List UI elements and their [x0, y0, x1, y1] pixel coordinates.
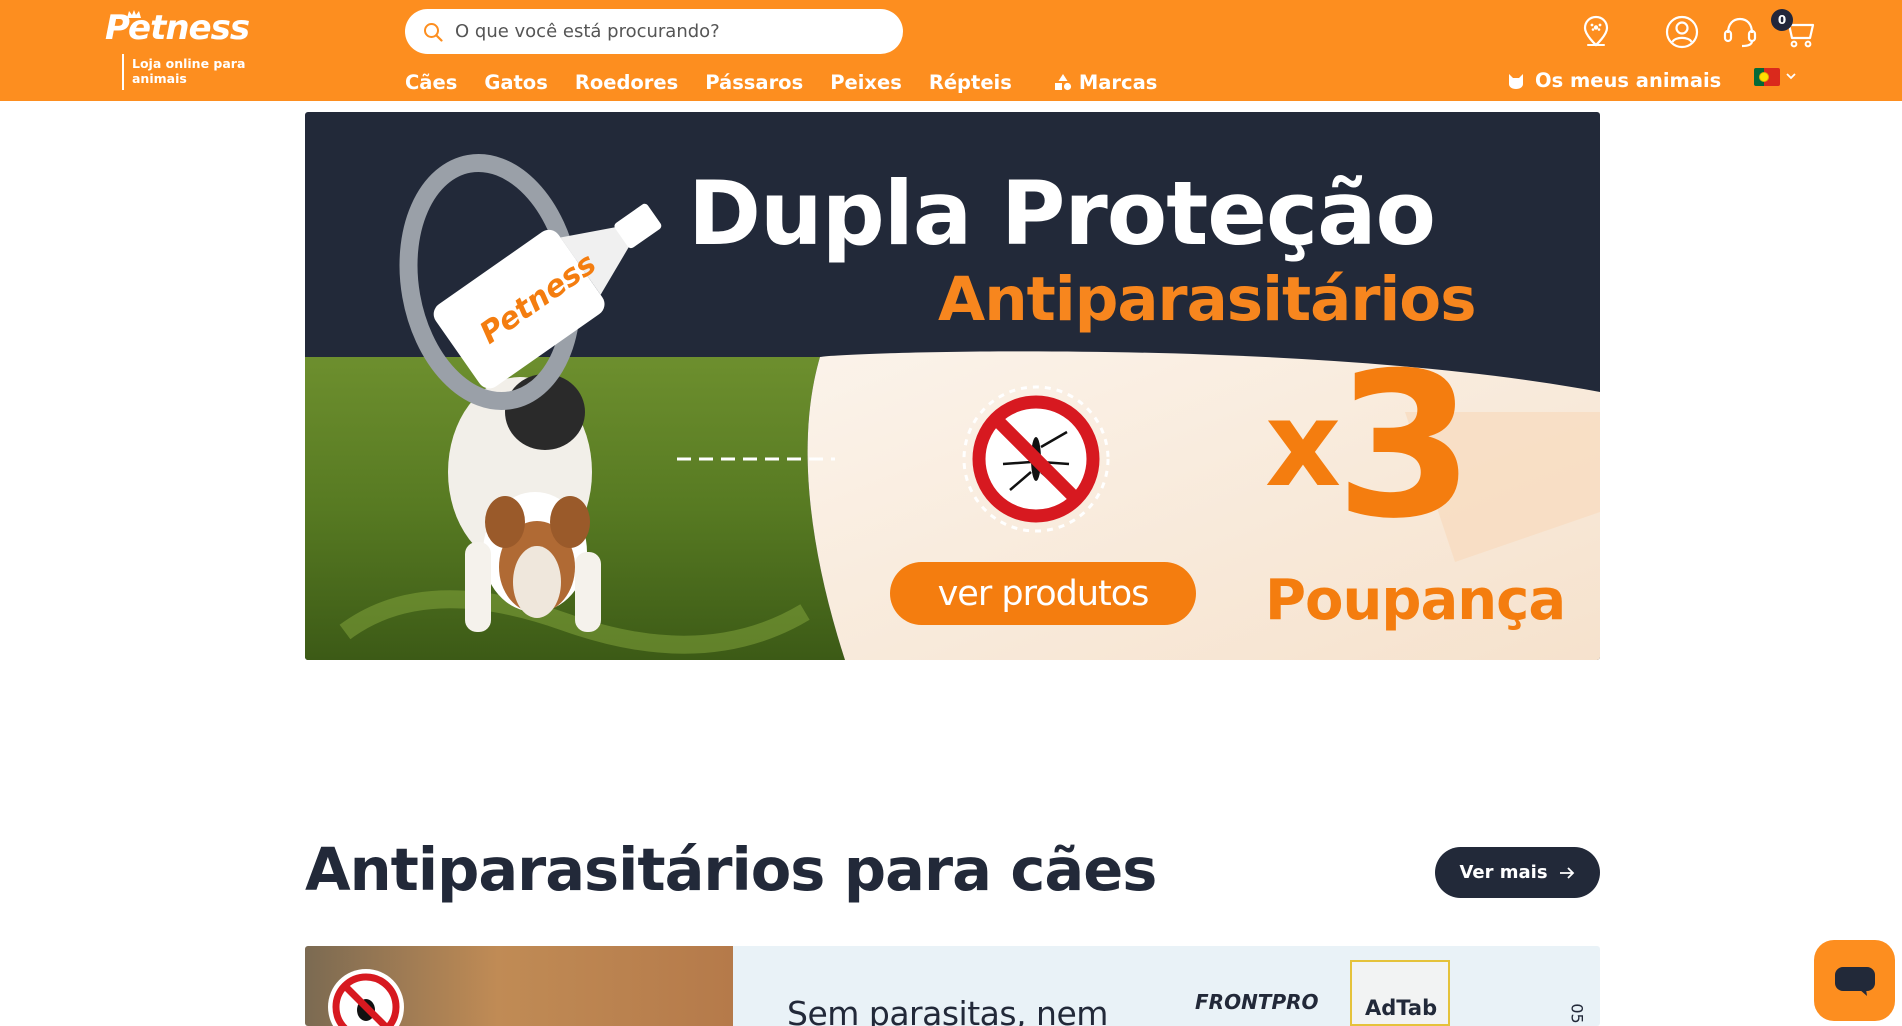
- my-pets-link[interactable]: Os meus animais: [1507, 69, 1721, 92]
- nav-item-rodents[interactable]: Roedores: [575, 71, 678, 94]
- nav-item-brands[interactable]: Marcas: [1054, 70, 1158, 94]
- promo-banner[interactable]: Sem parasitas, nem FRONTPRO AdTab 05: [305, 946, 1600, 1026]
- nav-brands-label: Marcas: [1078, 70, 1158, 94]
- logo-tagline: Loja online para animais: [132, 56, 246, 86]
- store-location-icon[interactable]: [1578, 14, 1614, 50]
- nav-item-dogs[interactable]: Cães: [405, 71, 457, 94]
- hero-banner[interactable]: Petness Dupla Proteção Antiparasitários …: [305, 112, 1600, 660]
- portugal-flag-icon[interactable]: [1754, 68, 1780, 86]
- view-products-button[interactable]: ver produtos: [890, 562, 1196, 625]
- cart-count-badge: 0: [1771, 9, 1793, 31]
- arrow-right-icon: [1559, 866, 1574, 879]
- hero-subtitle: Antiparasitários: [938, 264, 1477, 335]
- nav-item-reptiles[interactable]: Répteis: [929, 71, 1012, 94]
- logo-wordmark: Petness: [105, 8, 250, 48]
- category-nav: Cães Gatos Roedores Pássaros Peixes Répt…: [405, 69, 1184, 95]
- search-icon: [424, 22, 443, 42]
- shapes-icon: [1054, 74, 1071, 91]
- see-more-label: Ver mais: [1459, 862, 1548, 883]
- hero-title: Dupla Proteção: [688, 162, 1436, 265]
- savings-label: Poupança: [1265, 568, 1566, 633]
- chat-bubble-icon: [1834, 966, 1875, 996]
- see-more-button[interactable]: Ver mais: [1435, 847, 1600, 898]
- promo-brand-frontpro: FRONTPRO: [1195, 990, 1319, 1014]
- promo-side-text: 05: [1567, 1003, 1587, 1024]
- search-input[interactable]: [455, 21, 875, 42]
- nav-item-cats[interactable]: Gatos: [484, 71, 548, 94]
- promo-brand-adtab: AdTab: [1365, 996, 1438, 1020]
- site-header: Petness Loja online para animais Cães Ga…: [0, 0, 1902, 101]
- chat-widget-button[interactable]: [1814, 940, 1895, 1021]
- search-bar[interactable]: [405, 9, 903, 54]
- nav-item-birds[interactable]: Pássaros: [705, 71, 803, 94]
- account-icon[interactable]: [1664, 14, 1700, 50]
- savings-multiplier: x3: [1265, 330, 1475, 563]
- nav-item-fish[interactable]: Peixes: [830, 71, 902, 94]
- section-title: Antiparasitários para cães: [305, 835, 1157, 904]
- cat-head-icon: [1509, 73, 1523, 89]
- petness-logo[interactable]: Petness Loja online para animais: [105, 8, 275, 92]
- tick-prohibited-icon: [328, 969, 404, 1026]
- logo-divider: [122, 54, 124, 90]
- dog-photo: [448, 374, 601, 632]
- chevron-down-icon[interactable]: [1785, 70, 1797, 82]
- my-pets-label: Os meus animais: [1535, 69, 1722, 92]
- support-headset-icon[interactable]: [1722, 14, 1758, 50]
- promo-text: Sem parasitas, nem: [787, 994, 1108, 1026]
